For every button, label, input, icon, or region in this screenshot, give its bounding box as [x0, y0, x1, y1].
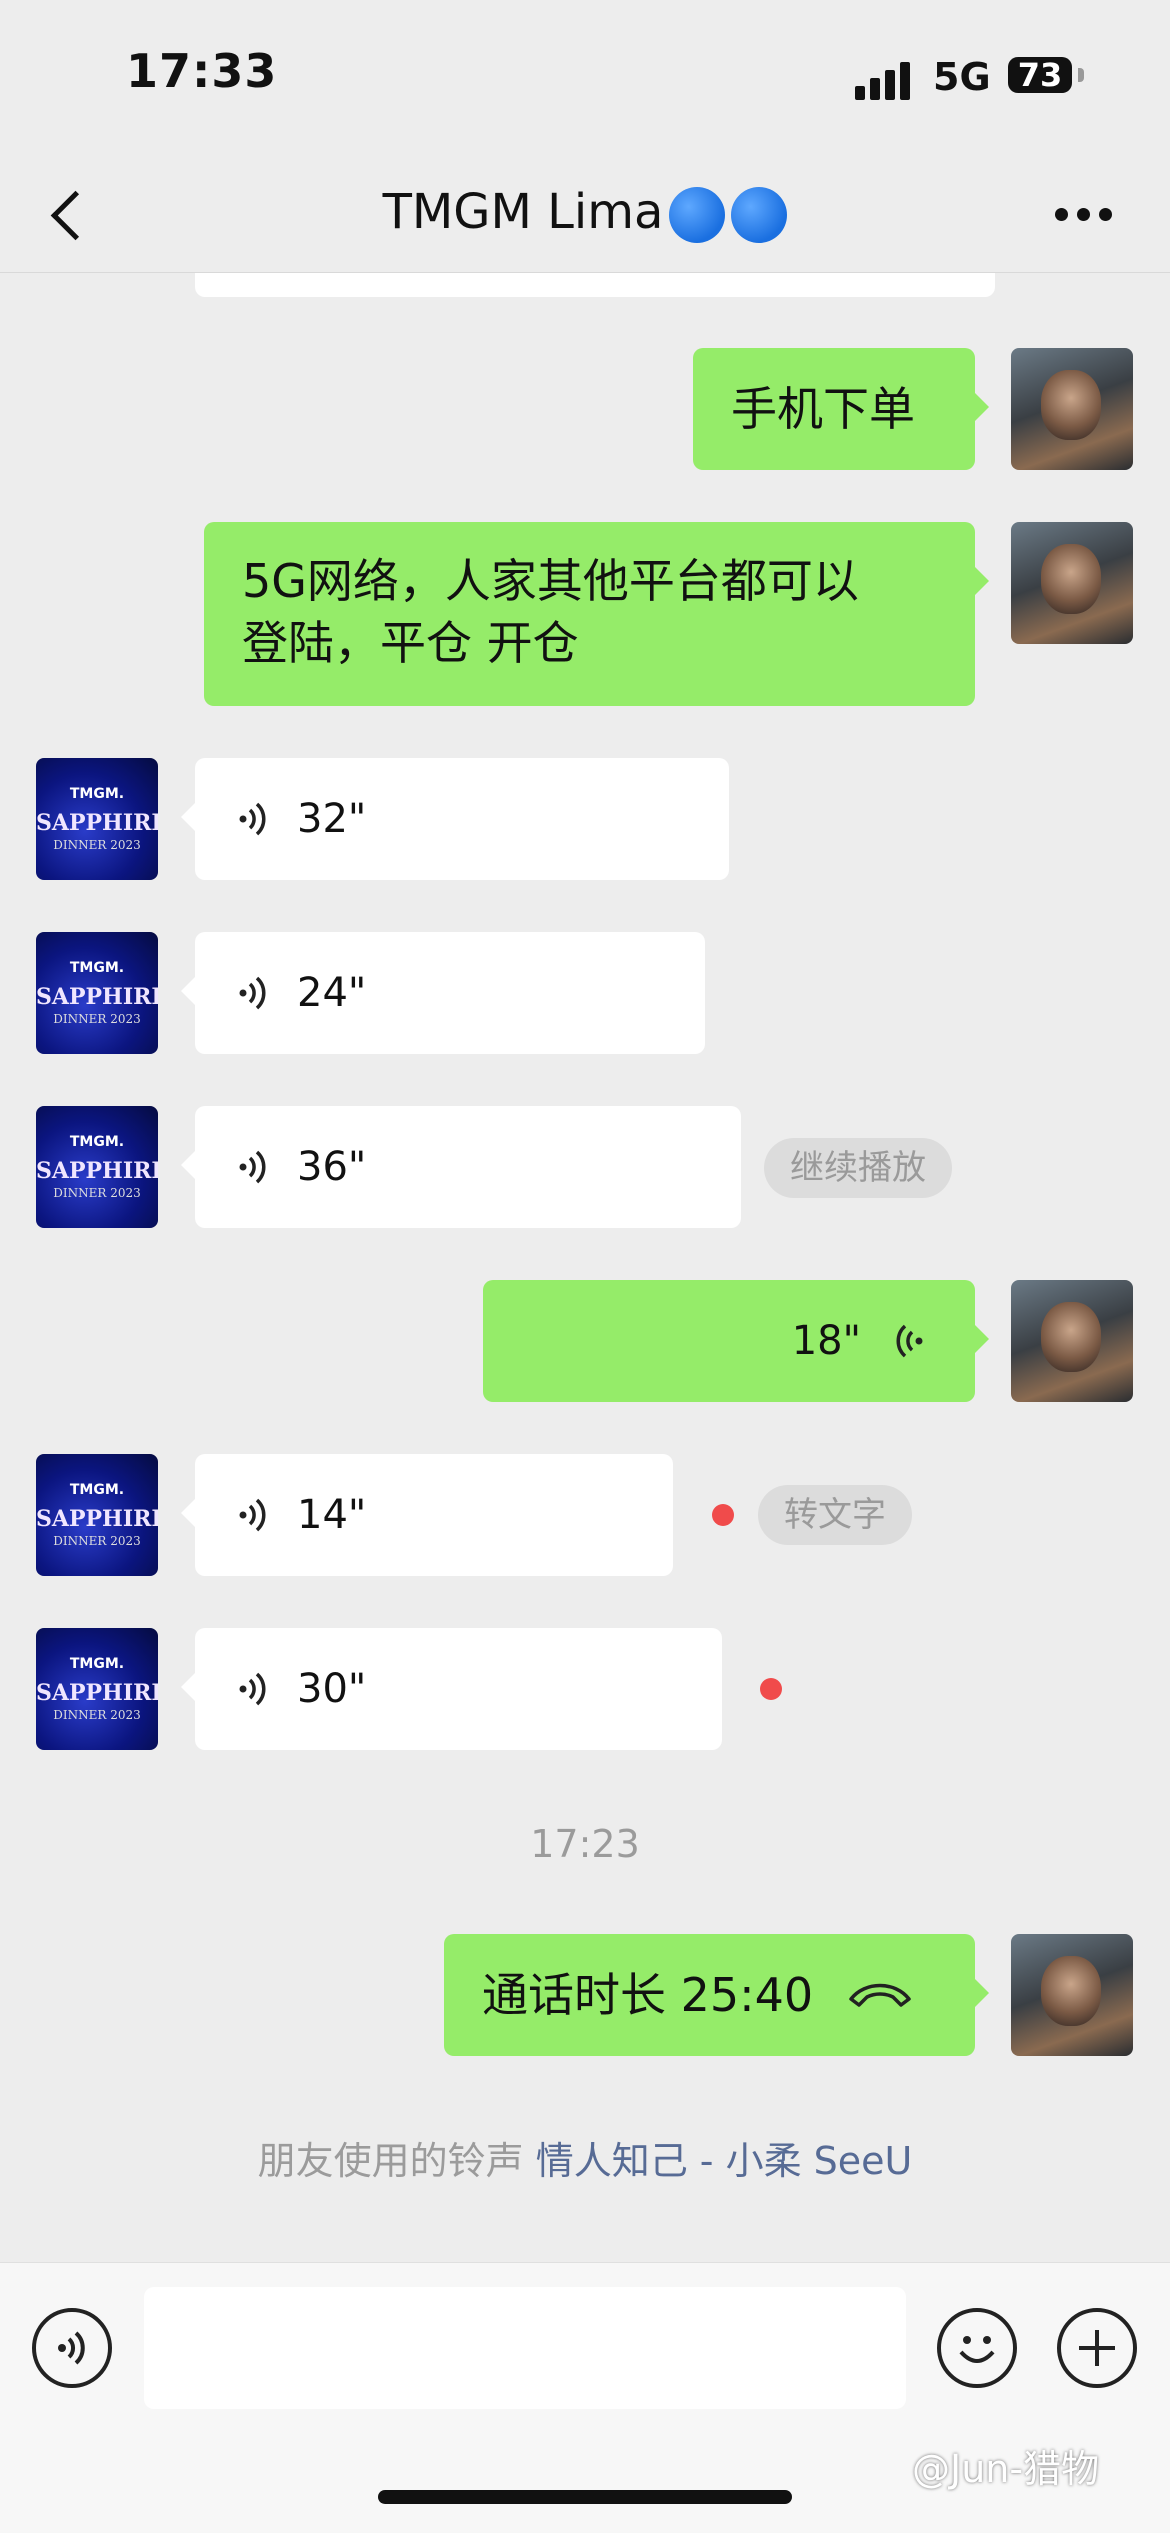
unread-dot — [760, 1678, 782, 1700]
voice-duration: 36" — [297, 1144, 367, 1190]
message-bubble-self[interactable]: 5G网络，人家其他平台都可以 登陆，平仓 开仓 — [204, 522, 989, 706]
voice-message-bubble[interactable]: 36" — [181, 1106, 741, 1228]
voice-wave-icon — [239, 802, 266, 836]
avatar-text: TMGM. — [69, 786, 125, 802]
ringtone-prefix: 朋友使用的铃声 — [257, 2139, 524, 2183]
voice-duration: 14" — [297, 1492, 367, 1538]
avatar-text: DINNER 2023 — [53, 1186, 141, 1200]
avatar-self[interactable] — [1011, 1280, 1133, 1402]
chat-timestamp: 17:23 — [530, 1822, 640, 1866]
plus-icon[interactable] — [1057, 2308, 1137, 2388]
message-bubble-partial[interactable] — [195, 273, 995, 297]
watermark: @Jun-猎物 — [912, 2447, 1100, 2491]
status-time: 17:33 — [126, 44, 278, 98]
voice-wave-icon — [239, 1498, 266, 1532]
avatar-contact[interactable]: TMGM. SAPPHIRE DINNER 2023 — [36, 758, 158, 880]
message-input[interactable] — [144, 2287, 906, 2409]
voice-mode-icon[interactable] — [32, 2308, 112, 2388]
avatar-self[interactable] — [1011, 348, 1133, 470]
avatar-text: TMGM. — [69, 1656, 125, 1672]
message-text-line: 登陆，平仓 开仓 — [242, 616, 579, 670]
ringtone-song-link[interactable]: 情人知己 - 小柔 SeeU — [536, 2139, 913, 2183]
chat-title-text: TMGM Lima — [382, 184, 664, 240]
voice-wave-icon — [239, 1150, 266, 1184]
avatar-text: SAPPHIRE — [36, 810, 158, 836]
voice-message-bubble[interactable]: 32" — [181, 758, 729, 880]
voice-wave-icon — [58, 2331, 85, 2365]
voice-message-bubble-self[interactable]: 18" — [483, 1280, 989, 1402]
ringtone-info[interactable]: 朋友使用的铃声 情人知己 - 小柔 SeeU — [0, 2130, 1170, 2185]
phone-hangup-icon — [849, 1983, 911, 2007]
plus-glyph-icon — [1079, 2330, 1115, 2366]
avatar-text: DINNER 2023 — [53, 1708, 141, 1722]
avatar-text: DINNER 2023 — [53, 838, 141, 852]
network-label: 5G — [933, 55, 991, 99]
voice-wave-icon — [239, 976, 266, 1010]
avatar-self[interactable] — [1011, 522, 1133, 644]
avatar-contact[interactable]: TMGM. SAPPHIRE DINNER 2023 — [36, 1628, 158, 1750]
avatar-contact[interactable]: TMGM. SAPPHIRE DINNER 2023 — [36, 932, 158, 1054]
avatar-text: SAPPHIRE — [36, 984, 158, 1010]
unread-dot — [712, 1504, 734, 1526]
avatar-text: SAPPHIRE — [36, 1680, 158, 1706]
blue-circle-emoji-icon — [669, 187, 726, 243]
battery-tip — [1078, 68, 1084, 82]
voice-duration: 24" — [297, 970, 367, 1016]
home-indicator[interactable] — [378, 2490, 792, 2504]
voice-wave-icon — [896, 1324, 923, 1358]
voice-message-bubble[interactable]: 14" — [181, 1454, 673, 1576]
chat-title[interactable]: TMGM Lima — [0, 184, 1170, 243]
chat-header: TMGM Lima — [0, 160, 1170, 273]
voice-duration: 32" — [297, 796, 367, 842]
smile-face-icon — [959, 2336, 995, 2363]
continue-playing-button[interactable]: 继续播放 — [764, 1138, 952, 1198]
avatar-contact[interactable]: TMGM. SAPPHIRE DINNER 2023 — [36, 1106, 158, 1228]
voice-wave-icon — [239, 1672, 266, 1706]
call-record-bubble[interactable]: 通话时长 25:40 — [444, 1934, 989, 2056]
voice-message-bubble[interactable]: 30" — [181, 1628, 722, 1750]
more-dots-icon[interactable] — [1055, 208, 1115, 224]
avatar-self[interactable] — [1011, 1934, 1133, 2056]
avatar-text: TMGM. — [69, 1482, 125, 1498]
voice-duration: 30" — [297, 1666, 367, 1712]
avatar-text: TMGM. — [69, 1134, 125, 1150]
convert-to-text-button[interactable]: 转文字 — [758, 1485, 912, 1545]
voice-message-bubble[interactable]: 24" — [181, 932, 705, 1054]
blue-circle-emoji-icon — [731, 187, 788, 243]
avatar-text: DINNER 2023 — [53, 1012, 141, 1026]
avatar-text: DINNER 2023 — [53, 1534, 141, 1548]
signal-icon — [855, 60, 915, 100]
avatar-contact[interactable]: TMGM. SAPPHIRE DINNER 2023 — [36, 1454, 158, 1576]
avatar-text: TMGM. — [69, 960, 125, 976]
emoji-icon[interactable] — [937, 2308, 1017, 2388]
avatar-text: SAPPHIRE — [36, 1506, 158, 1532]
voice-duration: 18" — [791, 1318, 861, 1364]
message-text: 手机下单 — [731, 382, 915, 436]
call-duration-text: 通话时长 25:40 — [482, 1968, 814, 2022]
battery-icon: 73 — [1008, 57, 1072, 93]
message-text-line: 5G网络，人家其他平台都可以 — [242, 554, 859, 608]
message-bubble-self[interactable]: 手机下单 — [693, 348, 989, 470]
avatar-text: SAPPHIRE — [36, 1158, 158, 1184]
